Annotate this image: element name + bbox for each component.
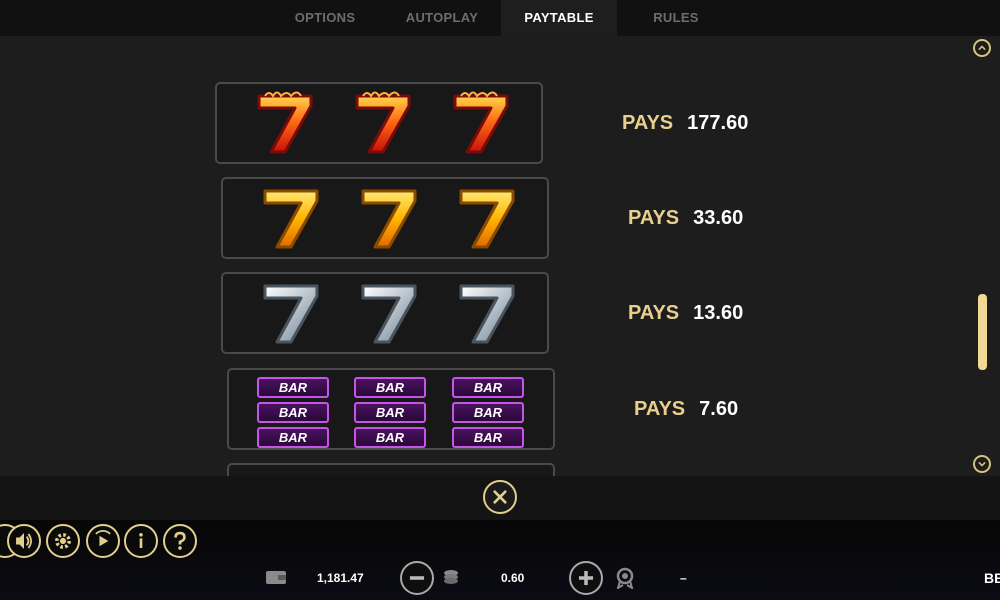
paytable-row-triple-bar: BAR BAR BAR BAR BAR BAR BAR BAR BAR [227,368,555,450]
scrollbar-track[interactable] [975,62,989,452]
silver-seven-icon [453,280,521,346]
paytable-row-3-pays: PAYS 13.60 [628,302,743,325]
bar-tile: BAR [354,427,426,448]
bar-tile: BAR [354,377,426,398]
settings-button[interactable] [46,524,80,558]
tab-options[interactable]: OPTIONS [278,0,372,36]
bet-value: 0.60 [501,571,525,585]
paytable-row-silver-seven [221,272,549,354]
coin-stack-icon [441,567,461,587]
info-button[interactable] [124,524,158,558]
gold-seven-icon [453,185,521,251]
red-flaming-seven-icon [349,90,417,156]
chevron-down-icon[interactable] [973,455,991,473]
red-flaming-seven-icon [447,90,515,156]
chevron-up-icon[interactable] [973,39,991,57]
win-value: – [680,571,687,585]
paytable-row-2-pays: PAYS 33.60 [628,207,743,230]
sound-button[interactable] [7,524,41,558]
close-button[interactable] [483,480,517,514]
bar-tile: BAR [257,402,329,423]
gold-seven-icon [355,185,423,251]
tab-paytable[interactable]: PAYTABLE [501,0,617,36]
bar-tile: BAR [257,377,329,398]
paytable-row-gold-seven [221,177,549,259]
balance-value: 1,181.47 [317,571,364,585]
settings-gear-icon [55,533,71,549]
silver-seven-icon [355,280,423,346]
triple-bar-icon: BAR BAR BAR [354,377,426,452]
sound-icon [16,533,32,549]
autoplay-button[interactable] [86,524,120,558]
triple-bar-icon: BAR BAR BAR [257,377,329,452]
tab-rules[interactable]: RULES [628,0,724,36]
pays-value: 33.60 [693,207,744,229]
award-icon [614,567,636,589]
increase-bet-button[interactable] [569,561,603,595]
decrease-bet-button[interactable] [400,561,434,595]
help-icon [174,531,186,550]
info-icon [139,533,143,549]
close-icon [493,490,507,504]
pays-value: 177.60 [687,112,749,134]
red-flaming-seven-icon [251,90,319,156]
silver-seven-icon [257,280,325,346]
autoplay-icon [95,530,111,547]
bar-tile: BAR [452,402,524,423]
paytable-row-next [227,463,555,476]
tab-autoplay[interactable]: AUTOPLAY [384,0,500,36]
bar-tile: BAR [354,402,426,423]
paytable-panel: PAYS 177.60 PAYS 33.60 PAYS 13.60 BAR BA… [0,36,1000,476]
paytable-row-4-pays: PAYS 7.60 [634,398,738,421]
paytable-row-1-pays: PAYS 177.60 [622,112,748,135]
bar-tile: BAR [257,427,329,448]
plus-icon [578,570,594,586]
brand-logo-fragment: BE [984,570,1000,586]
pays-value: 7.60 [699,398,739,420]
wallet-icon [265,569,287,585]
gold-seven-icon [257,185,325,251]
pays-label: PAYS [622,112,674,134]
bar-tile: BAR [452,427,524,448]
pays-label: PAYS [628,207,680,229]
minus-icon [409,576,425,580]
pays-label: PAYS [628,302,680,324]
bar-tile: BAR [452,377,524,398]
pays-value: 13.60 [693,302,744,324]
paytable-row-red-seven [215,82,543,164]
scrollbar-thumb[interactable] [978,294,987,370]
triple-bar-icon: BAR BAR BAR [452,377,524,452]
menu-tabs: OPTIONS AUTOPLAY PAYTABLE RULES [0,0,1000,36]
pays-label: PAYS [634,398,686,420]
help-button[interactable] [163,524,197,558]
